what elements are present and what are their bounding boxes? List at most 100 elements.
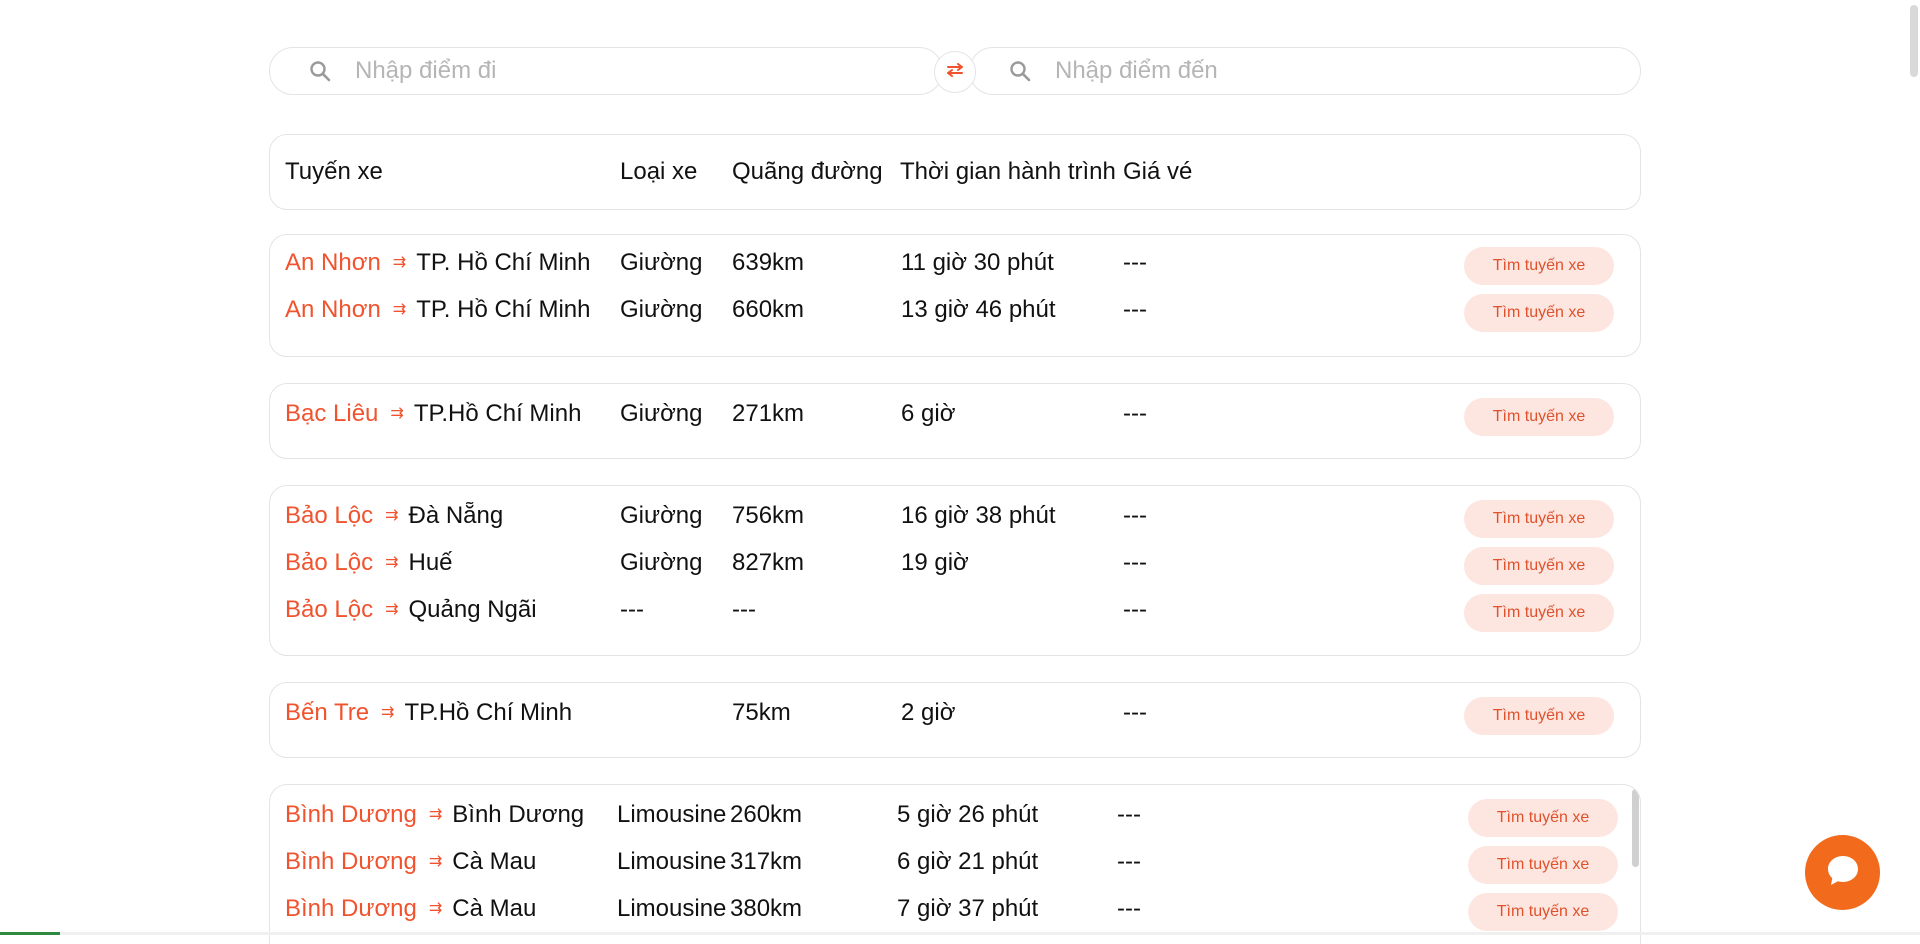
find-route-button[interactable]: Tìm tuyến xe xyxy=(1464,398,1614,436)
origin-name: Bình Dương xyxy=(285,801,417,828)
duration: 6 giờ xyxy=(901,400,956,427)
route-row: Bảo Lộc ⇉ Đà Nẵng Giường 756km 16 giờ 38 p… xyxy=(270,500,1640,549)
route-group: An Nhơn ⇉ TP. Hồ Chí Minh Giường 639km 11 … xyxy=(269,234,1641,357)
duration: 6 giờ 21 phút xyxy=(897,848,1039,875)
route-name: Bảo Lộc ⇉ Quảng Ngãi xyxy=(285,596,537,624)
find-route-button[interactable]: Tìm tuyến xe xyxy=(1464,247,1614,285)
find-route-button[interactable]: Tìm tuyến xe xyxy=(1468,799,1618,837)
routes-page: Tuyến xe Loại xe Quãng đường Thời gian h… xyxy=(269,47,1641,944)
find-route-button[interactable]: Tìm tuyến xe xyxy=(1464,594,1614,632)
route-arrow-icon: ⇉ xyxy=(428,806,443,823)
route-arrow-icon: ⇉ xyxy=(392,301,407,318)
price: --- xyxy=(1123,400,1147,427)
distance: 660km xyxy=(732,296,805,323)
bus-type: Limousine xyxy=(617,801,727,828)
route-row: Bạc Liêu ⇉ TP.Hồ Chí Minh Giường 271km 6 g… xyxy=(270,398,1640,447)
swap-arrows-icon xyxy=(944,62,966,82)
route-row: An Nhơn ⇉ TP. Hồ Chí Minh Giường 660km 13 … xyxy=(270,294,1640,343)
chat-bubble-icon xyxy=(1823,850,1863,895)
route-name: Bảo Lộc ⇉ Huế xyxy=(285,549,453,577)
destination-name: TP. Hồ Chí Minh xyxy=(416,296,591,323)
route-arrow-icon: ⇉ xyxy=(385,601,399,618)
origin-name: Bảo Lộc xyxy=(285,502,374,529)
duration: 2 giờ xyxy=(901,699,956,726)
price: --- xyxy=(1123,249,1147,276)
bus-type: Limousine xyxy=(617,848,727,875)
price: --- xyxy=(1117,895,1141,922)
swap-button[interactable] xyxy=(934,51,976,93)
destination-name: Quảng Ngãi xyxy=(408,596,537,623)
route-row: Bảo Lộc ⇉ Huế Giường 827km 19 giờ --- Tìm … xyxy=(270,547,1640,596)
distance: 756km xyxy=(732,502,805,529)
route-row: Bến Tre ⇉ TP.Hồ Chí Minh 75km 2 giờ --- Tì… xyxy=(270,697,1640,746)
destination-search-box[interactable] xyxy=(969,47,1641,95)
price: --- xyxy=(1117,801,1141,828)
bus-type: --- xyxy=(620,596,644,623)
header-type: Loại xe xyxy=(620,158,698,185)
route-group: Bảo Lộc ⇉ Đà Nẵng Giường 756km 16 giờ 38 p… xyxy=(269,485,1641,656)
distance: --- xyxy=(732,596,756,623)
origin-input[interactable] xyxy=(353,56,828,86)
destination-name: Huế xyxy=(408,549,453,576)
bus-type: Giường xyxy=(620,249,703,276)
distance: 380km xyxy=(730,895,803,922)
origin-search-box[interactable] xyxy=(269,47,943,95)
distance: 75km xyxy=(732,699,791,726)
duration: 7 giờ 37 phút xyxy=(897,895,1039,922)
route-name: Bạc Liêu ⇉ TP.Hồ Chí Minh xyxy=(285,400,581,428)
bus-type: Giường xyxy=(620,296,703,323)
route-group: Bến Tre ⇉ TP.Hồ Chí Minh 75km 2 giờ --- Tì… xyxy=(269,682,1641,758)
destination-name: Cà Mau xyxy=(452,895,537,922)
distance: 639km xyxy=(732,249,805,276)
find-route-button[interactable]: Tìm tuyến xe xyxy=(1464,500,1614,538)
destination-name: Đà Nẵng xyxy=(408,502,504,529)
route-row: Bình Dương ⇉ Cà Mau Limousine 317km 6 giờ … xyxy=(270,846,1640,895)
find-route-button[interactable]: Tìm tuyến xe xyxy=(1468,846,1618,884)
bus-type: Giường xyxy=(620,502,703,529)
origin-name: Bến Tre xyxy=(285,699,370,726)
origin-name: Bạc Liêu xyxy=(285,400,379,427)
route-arrow-icon: ⇉ xyxy=(381,704,395,721)
price: --- xyxy=(1123,502,1147,529)
origin-name: Bảo Lộc xyxy=(285,549,374,576)
header-route: Tuyến xe xyxy=(285,158,383,185)
bus-type: Limousine xyxy=(617,895,727,922)
duration: 11 giờ 30 phút xyxy=(901,249,1054,276)
header-price: Giá vé xyxy=(1123,158,1193,185)
distance: 260km xyxy=(730,801,803,828)
price: --- xyxy=(1123,596,1147,623)
route-name: Bến Tre ⇉ TP.Hồ Chí Minh xyxy=(285,699,572,727)
chat-button[interactable] xyxy=(1805,835,1880,910)
route-arrow-icon: ⇉ xyxy=(390,405,404,422)
route-arrow-icon: ⇉ xyxy=(428,900,443,917)
find-route-button[interactable]: Tìm tuyến xe xyxy=(1464,547,1614,585)
route-name: An Nhơn ⇉ TP. Hồ Chí Minh xyxy=(285,296,591,324)
header-duration: Thời gian hành trình xyxy=(900,158,1116,185)
route-arrow-icon: ⇉ xyxy=(385,554,399,571)
price: --- xyxy=(1123,296,1147,323)
bus-type: Giường xyxy=(620,400,703,427)
duration: 19 giờ xyxy=(901,549,969,576)
destination-input[interactable] xyxy=(1053,56,1526,86)
search-bar xyxy=(269,47,1641,97)
find-route-button[interactable]: Tìm tuyến xe xyxy=(1464,697,1614,735)
route-name: An Nhơn ⇉ TP. Hồ Chí Minh xyxy=(285,249,591,277)
find-route-button[interactable]: Tìm tuyến xe xyxy=(1464,294,1614,332)
duration: 16 giờ 38 phút xyxy=(901,502,1056,529)
page-scrollbar[interactable] xyxy=(1908,0,1920,935)
find-route-button[interactable]: Tìm tuyến xe xyxy=(1468,893,1618,931)
destination-name: TP. Hồ Chí Minh xyxy=(416,249,591,276)
route-name: Bảo Lộc ⇉ Đà Nẵng xyxy=(285,502,503,530)
price: --- xyxy=(1117,848,1141,875)
bus-type: Giường xyxy=(620,549,703,576)
page-scrollbar-thumb[interactable] xyxy=(1910,5,1918,77)
price: --- xyxy=(1123,549,1147,576)
route-name: Bình Dương ⇉ Bình Dương xyxy=(285,801,584,829)
distance: 271km xyxy=(732,400,805,427)
duration: 5 giờ 26 phút xyxy=(897,801,1039,828)
search-icon xyxy=(1007,58,1033,84)
route-name: Bình Dương ⇉ Cà Mau xyxy=(285,848,536,876)
route-row: An Nhơn ⇉ TP. Hồ Chí Minh Giường 639km 11 … xyxy=(270,247,1640,296)
route-arrow-icon: ⇉ xyxy=(385,507,399,524)
route-group: Bạc Liêu ⇉ TP.Hồ Chí Minh Giường 271km 6 g… xyxy=(269,383,1641,459)
